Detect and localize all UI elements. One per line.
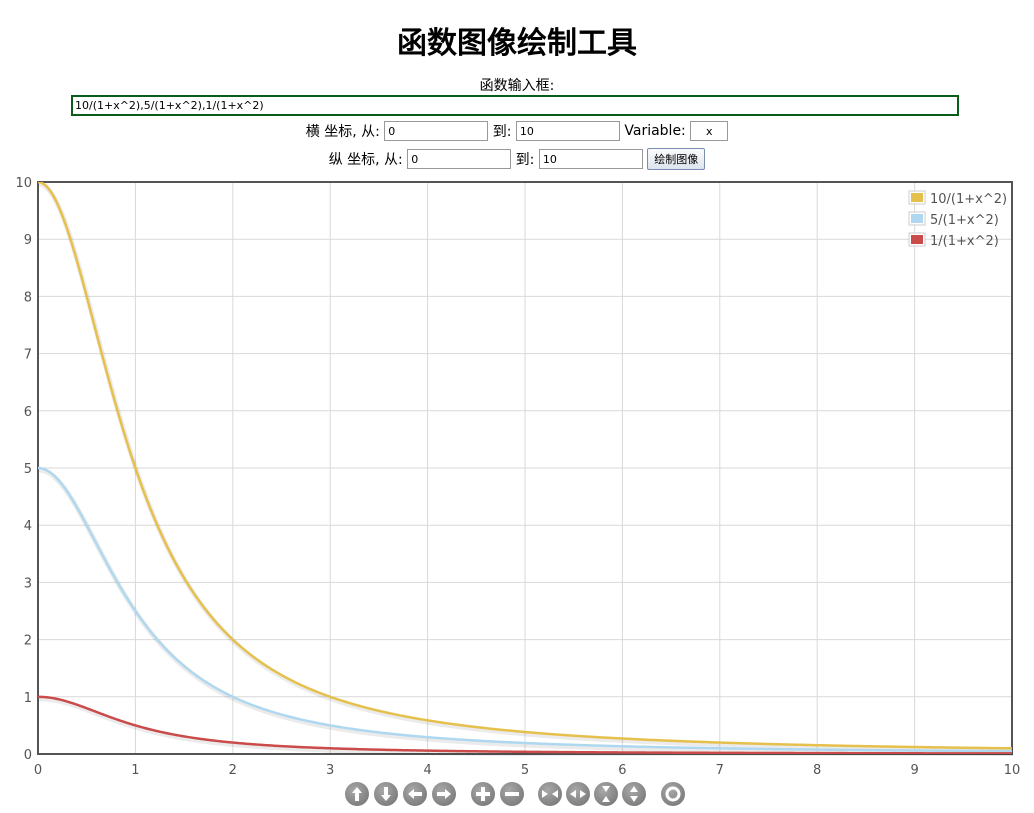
x-tick-label: 9 xyxy=(910,763,918,778)
legend-swatch xyxy=(911,235,923,244)
x-tick-label: 4 xyxy=(423,763,431,778)
y-range-label: 纵 坐标, 从: xyxy=(328,152,403,168)
y-tick-label: 5 xyxy=(24,462,32,477)
y-tick-label: 7 xyxy=(24,348,32,363)
legend-label: 5/(1+x^2) xyxy=(930,213,999,228)
pan-right-button[interactable] xyxy=(432,782,456,806)
y-to-label: 到: xyxy=(515,152,535,168)
pan-left-icon xyxy=(408,789,422,799)
y-tick-label: 1 xyxy=(24,691,32,706)
series-shadow xyxy=(39,467,1013,756)
x-tick-label: 5 xyxy=(521,763,529,778)
legend-label: 10/(1+x^2) xyxy=(930,192,1007,207)
function-input[interactable] xyxy=(71,95,959,116)
expand-vertical-button[interactable] xyxy=(622,782,646,806)
function-plot[interactable]: 0 1 2 3 4 5 6 7 8 9 10 0 1 2 3 4 5 6 7 8 9 10 10/(1+x^2) 5/(1+x… xyxy=(0,170,1034,780)
pan-down-icon xyxy=(381,787,391,801)
pan-up-icon xyxy=(352,787,362,801)
y-tick-label: 4 xyxy=(24,519,32,534)
y-range-row: 纵 坐标, 从: 到: 绘制图像 xyxy=(0,148,1034,170)
expand-horizontal-button[interactable] xyxy=(566,782,590,806)
variable-label: Variable: xyxy=(624,123,686,139)
x-tick-label: 2 xyxy=(229,763,237,778)
pan-up-button[interactable] xyxy=(345,782,369,806)
y-from-input[interactable] xyxy=(407,149,512,169)
legend-swatch xyxy=(911,214,923,223)
x-to-input[interactable] xyxy=(515,121,620,141)
expand-vertical-icon xyxy=(630,786,638,802)
x-tick-label: 8 xyxy=(813,763,821,778)
plot-navigation xyxy=(345,782,690,808)
x-range-label: 横 坐标, 从: xyxy=(305,124,380,140)
shrink-vertical-button[interactable] xyxy=(594,782,618,806)
y-tick-label: 3 xyxy=(24,576,32,591)
shrink-horizontal-button[interactable] xyxy=(538,782,562,806)
shrink-vertical-icon xyxy=(602,786,610,802)
reset-button[interactable] xyxy=(661,782,685,806)
legend-label: 1/(1+x^2) xyxy=(930,234,999,249)
x-tick-label: 3 xyxy=(326,763,334,778)
zoom-out-icon xyxy=(505,792,519,796)
y-tick-label: 8 xyxy=(24,290,32,305)
zoom-in-icon xyxy=(476,787,490,801)
pan-left-button[interactable] xyxy=(403,782,427,806)
reset-icon xyxy=(665,786,681,802)
variable-input[interactable] xyxy=(690,121,729,141)
legend-swatch xyxy=(911,193,923,202)
zoom-out-button[interactable] xyxy=(500,782,524,806)
y-tick-label: 9 xyxy=(24,233,32,248)
y-to-input[interactable] xyxy=(538,149,643,169)
pan-right-icon xyxy=(437,789,451,799)
draw-graph-button[interactable]: 绘制图像 xyxy=(647,148,706,170)
y-tick-label: 0 xyxy=(24,748,32,763)
y-tick-label: 10 xyxy=(15,176,32,191)
x-range-row: 横 坐标, 从: 到: Variable: xyxy=(0,121,1034,141)
y-tick-label: 6 xyxy=(24,405,32,420)
function-input-label: 函数输入框: xyxy=(479,78,555,94)
expand-horizontal-icon xyxy=(570,790,586,798)
x-from-input[interactable] xyxy=(384,121,489,141)
zoom-in-button[interactable] xyxy=(471,782,495,806)
x-tick-label: 7 xyxy=(716,763,724,778)
x-tick-label: 10 xyxy=(1004,763,1021,778)
shrink-horizontal-icon xyxy=(542,790,558,798)
x-tick-label: 0 xyxy=(34,763,42,778)
pan-down-button[interactable] xyxy=(374,782,398,806)
x-tick-label: 1 xyxy=(131,763,139,778)
page-title: 函数图像绘制工具 xyxy=(397,26,637,61)
x-tick-label: 6 xyxy=(618,763,626,778)
y-tick-label: 2 xyxy=(24,634,32,649)
x-to-label: 到: xyxy=(492,124,512,140)
